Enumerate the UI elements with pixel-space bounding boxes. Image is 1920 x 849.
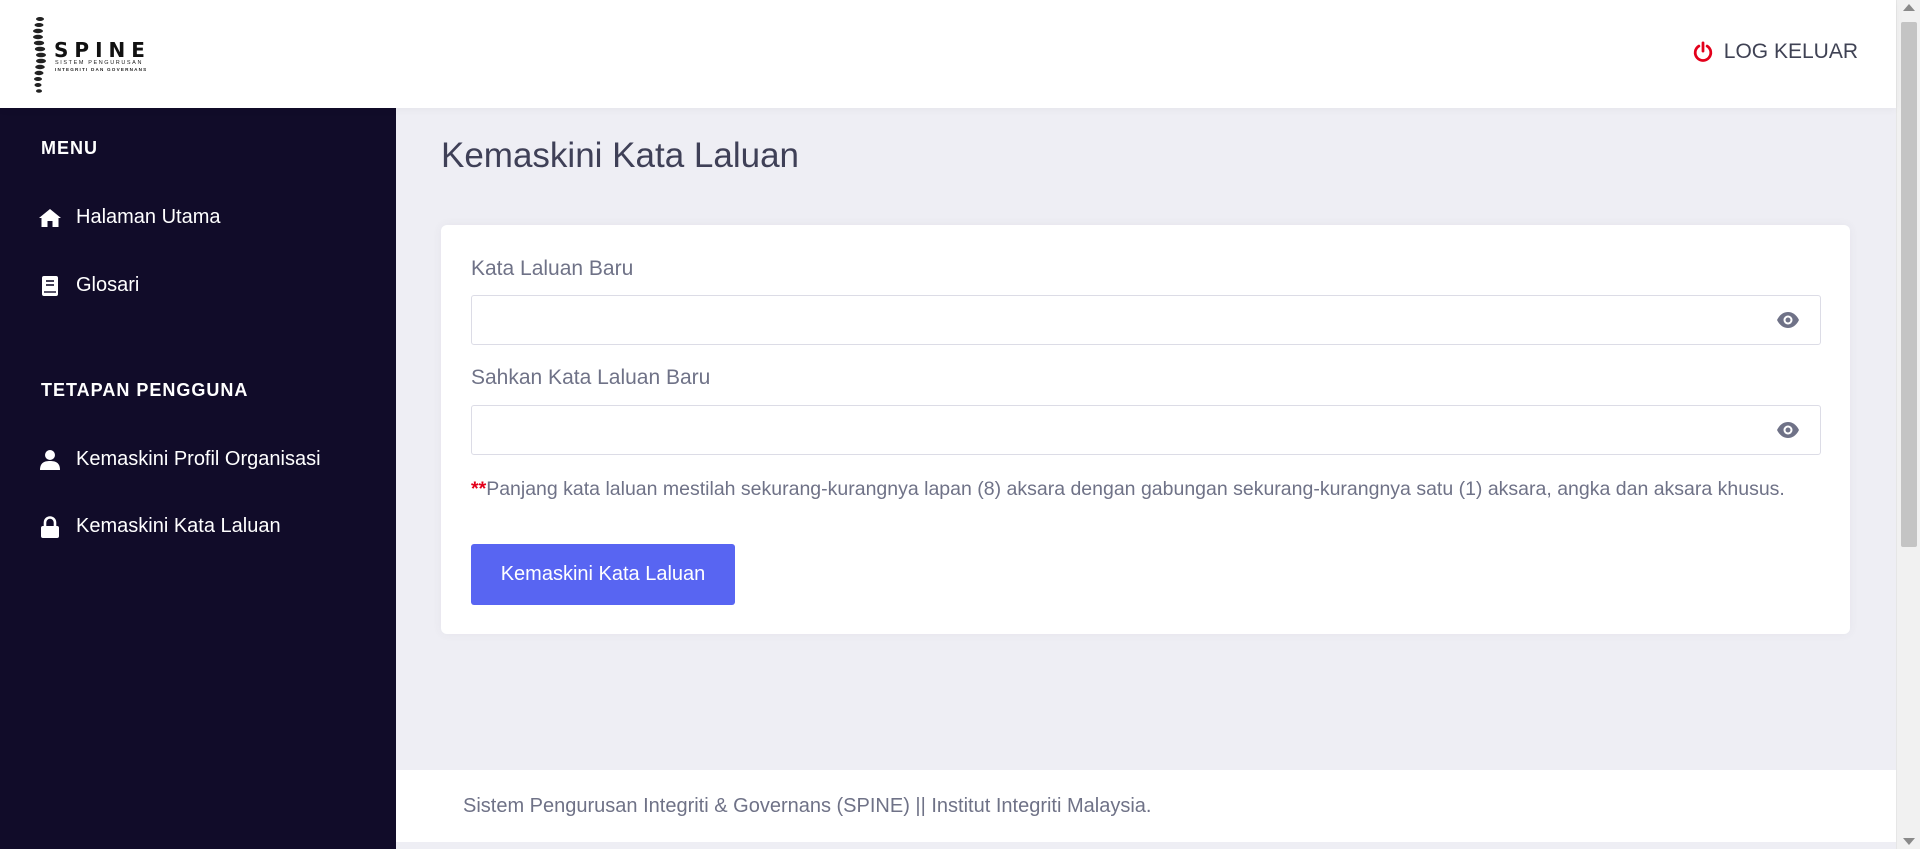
new-password-label: Kata Laluan Baru (471, 257, 634, 280)
logo-subtitle-2: INTEGRITI DAN GOVERNANS (55, 67, 148, 72)
update-password-button[interactable]: Kemaskini Kata Laluan (471, 544, 735, 605)
sidebar-item-glosari[interactable]: Glosari (38, 274, 139, 297)
note-text: Panjang kata laluan mestilah sekurang-ku… (486, 478, 1785, 500)
new-password-field-wrapper (471, 295, 1821, 345)
logo-subtitle-1: SISTEM PENGURUSAN (55, 60, 144, 66)
spine-column-graphic (33, 17, 46, 93)
sidebar-item-label: Halaman Utama (76, 206, 221, 228)
scroll-down-arrow-icon[interactable] (1903, 838, 1915, 845)
confirm-password-input[interactable] (472, 406, 1820, 454)
sidebar-item-kemaskini-kata-laluan[interactable]: Kemaskini Kata Laluan (38, 515, 281, 538)
sidebar-item-label: Glosari (76, 274, 140, 296)
user-icon (38, 449, 62, 471)
footer-text: Sistem Pengurusan Integriti & Governans … (463, 795, 1152, 817)
sidebar: MENU Halaman Utama Glosari TETAPAN PENGG… (0, 108, 396, 849)
password-form-card: Kata Laluan Baru Sahkan Kata Laluan Baru… (441, 225, 1850, 634)
scroll-up-arrow-icon[interactable] (1903, 4, 1915, 11)
logout-label: LOG KELUAR (1723, 40, 1858, 63)
sidebar-item-label: Kemaskini Kata Laluan (76, 515, 281, 537)
sidebar-item-kemaskini-profil[interactable]: Kemaskini Profil Organisasi (38, 448, 321, 471)
sidebar-item-halaman-utama[interactable]: Halaman Utama (38, 206, 221, 229)
home-icon (38, 207, 62, 229)
logo-title: SPINE (54, 38, 151, 62)
sidebar-item-label: Kemaskini Profil Organisasi (76, 448, 321, 470)
new-password-input[interactable] (472, 296, 1820, 344)
eye-icon[interactable] (1776, 421, 1800, 444)
spine-logo[interactable]: SPINE SISTEM PENGURUSAN INTEGRITI DAN GO… (30, 16, 190, 94)
confirm-password-label: Sahkan Kata Laluan Baru (471, 366, 711, 389)
settings-heading: TETAPAN PENGGUNA (41, 380, 249, 400)
book-icon (38, 275, 62, 297)
required-marker: ** (471, 478, 487, 500)
eye-icon[interactable] (1776, 311, 1800, 334)
lock-icon (38, 515, 62, 538)
footer: Sistem Pengurusan Integriti & Governans … (396, 770, 1896, 842)
top-header: SPINE SISTEM PENGURUSAN INTEGRITI DAN GO… (0, 0, 1896, 108)
confirm-password-field-wrapper (471, 405, 1821, 455)
page-title: Kemaskini Kata Laluan (441, 136, 799, 175)
scrollbar-thumb[interactable] (1901, 22, 1917, 547)
logout-button[interactable]: LOG KELUAR (1692, 40, 1858, 64)
power-icon (1693, 41, 1712, 62)
password-requirement-note: **Panjang kata laluan mestilah sekurang-… (471, 474, 1821, 505)
vertical-scrollbar[interactable] (1896, 0, 1920, 849)
menu-heading: MENU (41, 138, 98, 158)
